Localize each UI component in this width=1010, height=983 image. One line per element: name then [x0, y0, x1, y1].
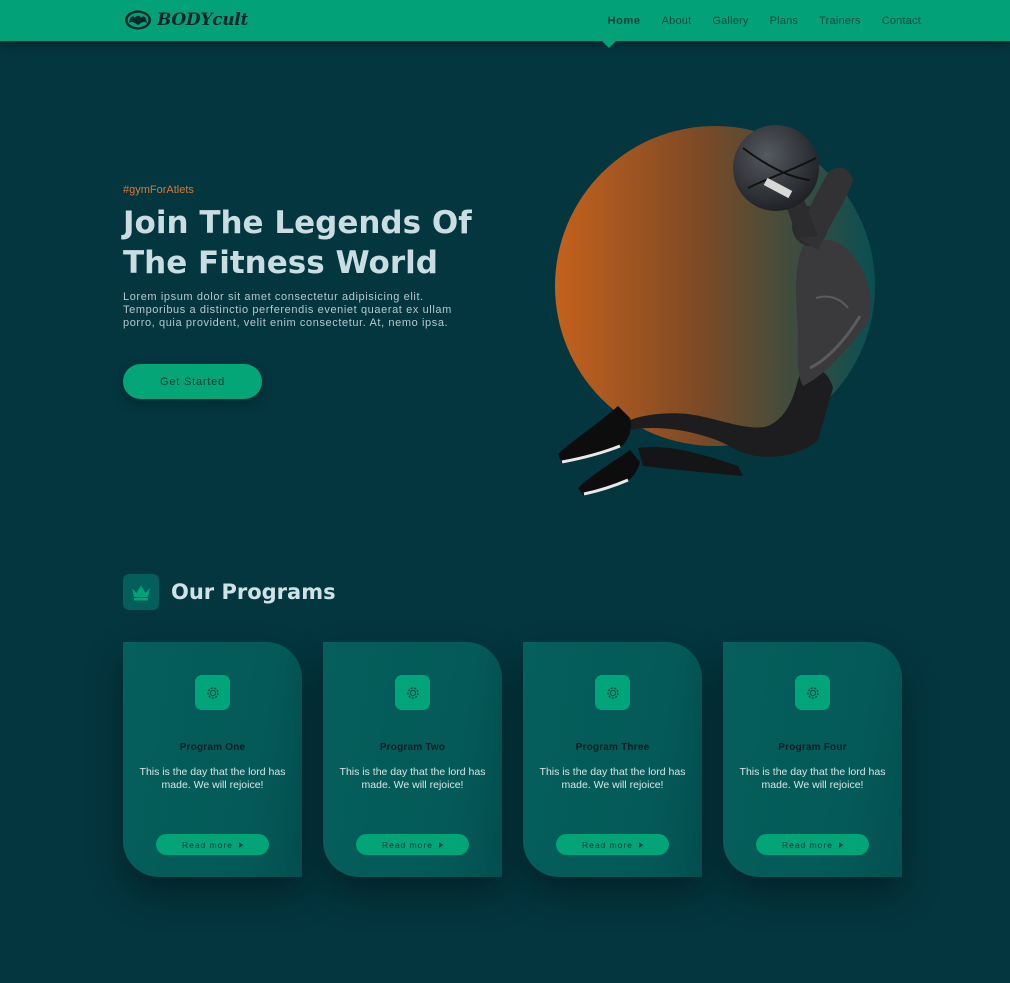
caret-right-icon	[839, 841, 844, 848]
program-title: Program Two	[379, 742, 446, 753]
programs-title: Our Programs	[171, 580, 336, 604]
gear-icon	[395, 675, 430, 710]
read-more-button[interactable]: Read more	[556, 834, 669, 855]
program-description: This is the day that the lord has made. …	[139, 766, 286, 791]
programs-header: Our Programs	[123, 574, 336, 610]
program-card: Program One This is the day that the lor…	[123, 642, 302, 877]
program-cards: Program One This is the day that the lor…	[123, 642, 903, 878]
brand-logo[interactable]: BODYcult	[123, 8, 248, 32]
muscle-icon	[125, 10, 151, 30]
read-more-button[interactable]: Read more	[356, 834, 469, 855]
program-title: Program One	[179, 742, 246, 753]
program-card: Program Three This is the day that the l…	[523, 642, 702, 877]
gear-icon	[595, 675, 630, 710]
brand-name: BODYcult	[157, 10, 248, 30]
nav-about[interactable]: About	[662, 15, 692, 27]
caret-right-icon	[439, 841, 444, 848]
nav-contact[interactable]: Contact	[882, 15, 921, 27]
read-more-label: Read more	[381, 839, 434, 850]
hero-description: Lorem ipsum dolor sit amet consectetur a…	[123, 291, 452, 329]
nav-plans[interactable]: Plans	[770, 15, 799, 27]
program-card: Program Two This is the day that the lor…	[323, 642, 502, 877]
read-more-label: Read more	[781, 839, 834, 850]
hero-hashtag: #gymForAtlets	[123, 184, 194, 196]
read-more-button[interactable]: Read more	[756, 834, 869, 855]
read-more-button[interactable]: Read more	[156, 834, 269, 855]
read-more-label: Read more	[581, 839, 634, 850]
program-description: This is the day that the lord has made. …	[739, 766, 886, 791]
nav-gallery[interactable]: Gallery	[712, 15, 748, 27]
program-description: This is the day that the lord has made. …	[339, 766, 486, 791]
program-description: This is the day that the lord has made. …	[539, 766, 686, 791]
program-card: Program Four This is the day that the lo…	[723, 642, 902, 877]
hero-athlete-image	[555, 125, 875, 496]
top-navbar: BODYcult Home About Gallery Plans Traine…	[0, 0, 1010, 41]
caret-right-icon	[639, 841, 644, 848]
program-title: Program Four	[778, 742, 847, 753]
gear-icon	[195, 675, 230, 710]
active-nav-indicator	[602, 41, 616, 48]
nav-home[interactable]: Home	[608, 15, 641, 27]
hero-title: Join The Legends Of The Fitness World	[123, 205, 472, 281]
caret-right-icon	[239, 841, 244, 848]
program-title: Program Three	[575, 742, 650, 753]
read-more-label: Read more	[181, 839, 234, 850]
main-nav: Home About Gallery Plans Trainers Contac…	[608, 0, 921, 41]
get-started-button[interactable]: Get Started	[123, 364, 262, 399]
crown-icon	[123, 574, 159, 610]
nav-trainers[interactable]: Trainers	[819, 15, 861, 27]
gear-icon	[795, 675, 830, 710]
